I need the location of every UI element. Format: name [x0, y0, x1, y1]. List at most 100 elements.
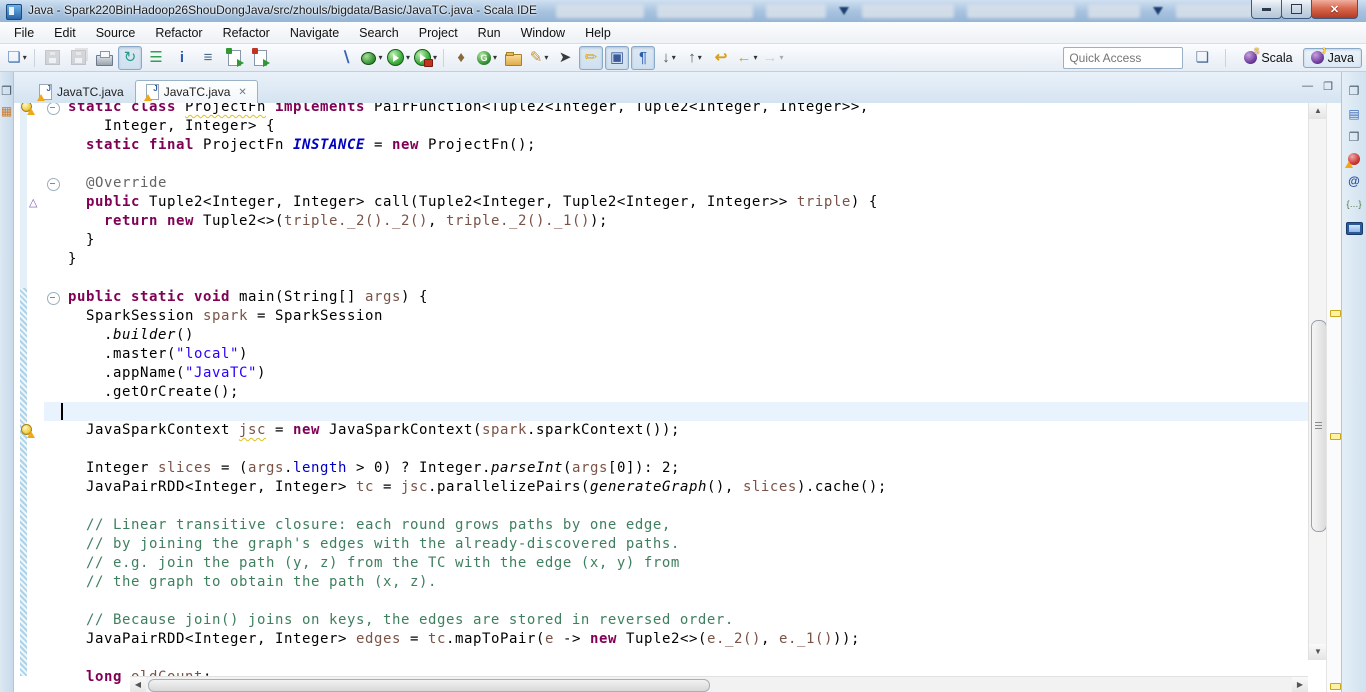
code-line[interactable]: Integer slices = (args.length > 0) ? Int…	[50, 459, 1308, 478]
editor-tab[interactable]: JavaTC.java	[28, 80, 135, 103]
maximize-editor-icon[interactable]: ❐	[1323, 80, 1333, 93]
javadoc-icon[interactable]: @	[1348, 174, 1360, 188]
menu-refactor-2[interactable]: Refactor	[213, 24, 280, 42]
marker-pen-dropdown-icon[interactable]: ▾	[544, 53, 548, 62]
code-line[interactable]: JavaPairRDD<Integer, Integer> edges = tc…	[50, 630, 1308, 649]
doc-lines-icon[interactable]: ≡	[196, 46, 220, 70]
boxed-doc-icon[interactable]: ▣	[605, 45, 630, 70]
code-line[interactable]	[50, 497, 1308, 516]
menu-navigate[interactable]: Navigate	[280, 24, 349, 42]
code-line[interactable]	[50, 592, 1308, 611]
new-wizard-dropdown-icon[interactable]: ▾	[23, 53, 27, 62]
debug-icon[interactable]: ▾	[360, 46, 384, 70]
warning-lightbulb-icon[interactable]	[21, 103, 35, 115]
highlight-icon[interactable]: ✏	[579, 45, 604, 70]
coverage-icon[interactable]	[248, 46, 272, 70]
outline-icon[interactable]: ▤	[1348, 107, 1359, 121]
vertical-scrollbar[interactable]: ▲ ▼	[1308, 103, 1327, 660]
code-line[interactable]: .getOrCreate();	[50, 383, 1308, 402]
code-line[interactable]: }	[50, 250, 1308, 269]
overview-ruler[interactable]	[1326, 103, 1341, 692]
menu-refactor[interactable]: Refactor	[145, 24, 212, 42]
new-java-project-icon[interactable]: ♦	[449, 46, 473, 70]
quick-access-input[interactable]	[1063, 46, 1184, 69]
warning-lightbulb-icon[interactable]	[21, 424, 35, 438]
code-line[interactable]: // Because join() joins on keys, the edg…	[50, 611, 1308, 630]
scroll-left-icon[interactable]: ◀	[130, 677, 146, 692]
info-doc-icon[interactable]: i	[170, 46, 194, 70]
problems-icon[interactable]	[1345, 153, 1360, 168]
code-line[interactable]: // Linear transitive closure: each round…	[50, 516, 1308, 535]
code-line[interactable]: @Override	[50, 174, 1308, 193]
code-line[interactable]: // e.g. join the path (y, z) from the TC…	[50, 554, 1308, 573]
close-button[interactable]: ✕	[1311, 0, 1358, 19]
code-line[interactable]: JavaSparkContext jsc = new JavaSparkCont…	[50, 421, 1308, 440]
censored-item[interactable]	[657, 3, 753, 18]
open-element-icon[interactable]	[501, 46, 525, 70]
marker-pen-icon[interactable]: ✎ ▾	[527, 46, 551, 70]
maximize-button[interactable]	[1281, 0, 1312, 19]
run-doc-icon[interactable]	[222, 46, 246, 70]
next-annotation-dropdown-icon[interactable]: ▾	[672, 53, 676, 62]
next-annotation-icon[interactable]: ↓ ▾	[657, 46, 681, 70]
code-line[interactable]: public static void main(String[] args) {	[50, 288, 1308, 307]
build-bars-icon[interactable]: ☰	[144, 46, 168, 70]
code-line[interactable]: .appName("JavaTC")	[50, 364, 1308, 383]
prev-annotation-dropdown-icon[interactable]: ▾	[698, 53, 702, 62]
minimize-editor-icon[interactable]: —	[1302, 80, 1313, 93]
horizontal-scroll-thumb[interactable]	[148, 679, 710, 692]
last-edit-icon[interactable]: ↩	[709, 46, 733, 70]
menu-edit[interactable]: Edit	[44, 24, 86, 42]
debug-dropdown-icon[interactable]: ▾	[378, 53, 382, 62]
perspective-java-button[interactable]: Java	[1302, 47, 1362, 68]
package-explorer-icon[interactable]: ▦	[1, 104, 12, 118]
back-dropdown-icon[interactable]: ▾	[754, 53, 758, 62]
code-line[interactable]: }	[50, 231, 1308, 250]
code-line[interactable]: // the graph to obtain the path (x, z).	[50, 573, 1308, 592]
code-line[interactable]: // by joining the graph's edges with the…	[50, 535, 1308, 554]
run-external-icon[interactable]: ▾	[413, 46, 438, 70]
code-line[interactable]	[50, 440, 1308, 459]
run-dropdown-icon[interactable]: ▾	[406, 53, 410, 62]
code-line[interactable]: public Tuple2<Integer, Integer> call(Tup…	[50, 193, 1308, 212]
censored-item[interactable]	[862, 3, 954, 18]
censored-wedge[interactable]	[1153, 6, 1163, 15]
censored-item[interactable]	[766, 3, 826, 18]
search-scala-icon[interactable]: ➤	[553, 46, 577, 70]
new-scala-app-icon[interactable]: G ▾	[475, 46, 499, 70]
code-line[interactable]: return new Tuple2<>(triple._2()._2(), tr…	[50, 212, 1308, 231]
prev-annotation-icon[interactable]: ↑ ▾	[683, 46, 707, 70]
pilcrow-icon[interactable]: ¶	[631, 45, 656, 70]
new-scala-app-dropdown-icon[interactable]: ▾	[493, 53, 497, 62]
refresh-icon[interactable]: ↻	[118, 45, 142, 70]
horizontal-scrollbar[interactable]: ◀ ▶	[130, 676, 1308, 692]
menu-file[interactable]: File	[4, 24, 44, 42]
menu-window[interactable]: Window	[511, 24, 575, 42]
menu-search[interactable]: Search	[349, 24, 409, 42]
fold-collapse-icon[interactable]	[47, 292, 60, 305]
minimize-button[interactable]	[1251, 0, 1282, 19]
run-icon[interactable]: ▾	[386, 46, 411, 70]
restore-view-icon[interactable]: ❐	[1, 84, 12, 98]
perspective-scala-button[interactable]: Scala	[1236, 47, 1300, 68]
menu-run[interactable]: Run	[468, 24, 511, 42]
code-line[interactable]: .builder()	[50, 326, 1308, 345]
declaration-icon[interactable]: {…}	[1346, 197, 1361, 211]
censored-item[interactable]	[1088, 3, 1140, 18]
scroll-up-icon[interactable]: ▲	[1309, 103, 1327, 119]
censored-item[interactable]	[967, 3, 1075, 18]
open-perspective-icon[interactable]: ❏	[1190, 46, 1214, 70]
fold-collapse-icon[interactable]	[47, 178, 60, 191]
back-icon[interactable]: ← ▾	[735, 46, 759, 70]
code-line[interactable]: static class ProjectFn implements PairFu…	[50, 103, 1308, 117]
code-line[interactable]: .master("local")	[50, 345, 1308, 364]
overview-warning-marker[interactable]	[1330, 683, 1341, 690]
restore-editor-icon[interactable]: ❐	[1349, 84, 1360, 98]
code-line[interactable]: SparkSession spark = SparkSession	[50, 307, 1308, 326]
code-line[interactable]	[50, 155, 1308, 174]
code-line[interactable]	[50, 269, 1308, 288]
code-line[interactable]	[50, 402, 1308, 421]
scroll-right-icon[interactable]: ▶	[1292, 677, 1308, 692]
code-area[interactable]: static class ProjectFn implements PairFu…	[50, 103, 1308, 687]
code-line[interactable]: static final ProjectFn INSTANCE = new Pr…	[50, 136, 1308, 155]
